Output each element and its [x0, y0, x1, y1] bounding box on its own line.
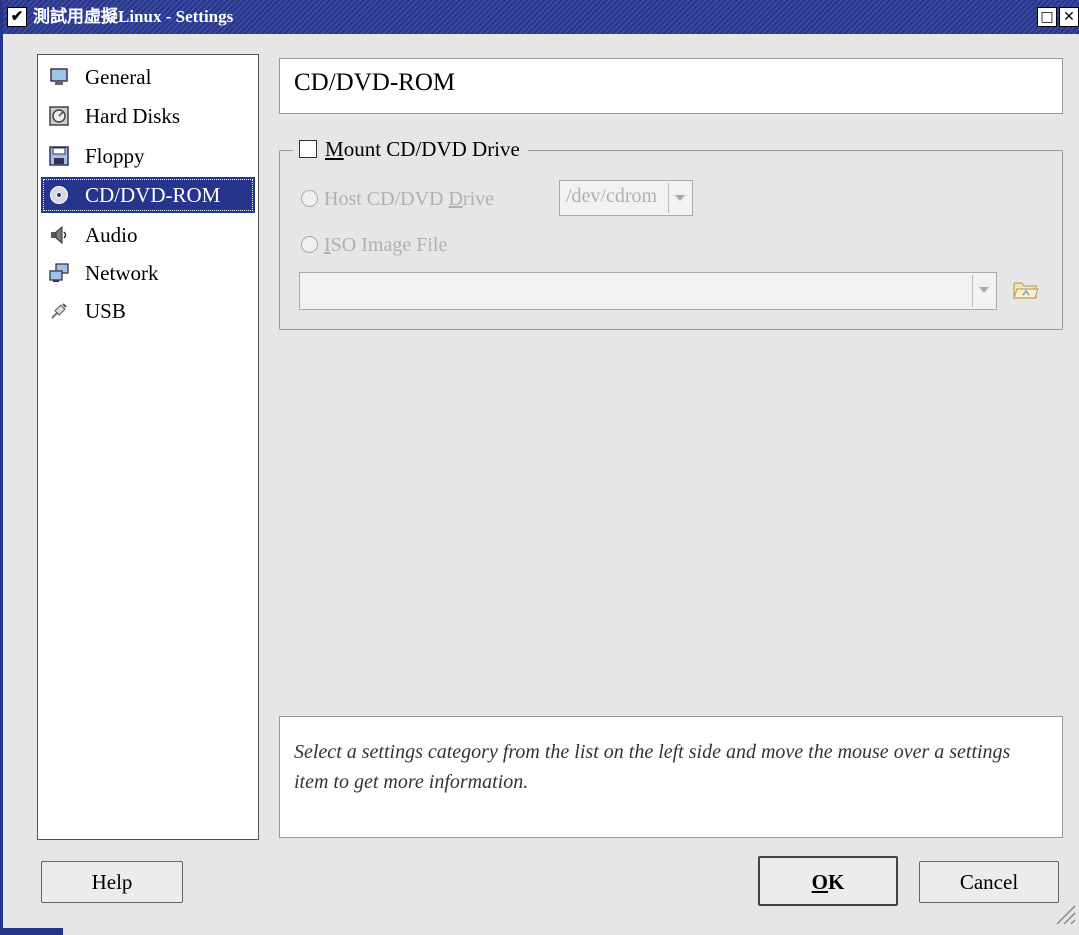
sidebar-item-label: Floppy	[85, 144, 145, 168]
window-frame-corner	[3, 928, 63, 935]
window-menu-icon[interactable]: ✔	[7, 7, 27, 27]
host-radio-mnemonic: D	[448, 188, 463, 210]
speaker-icon	[51, 225, 67, 245]
host-radio-label-post: rive	[462, 188, 494, 210]
sidebar-item-cd-dvd-rom[interactable]: CD/DVD-ROM	[41, 177, 255, 213]
sidebar-item-label: USB	[85, 299, 126, 323]
sidebar-item-label: General	[85, 65, 152, 89]
page-title-box: CD/DVD-ROM	[279, 58, 1063, 114]
settings-window: ✔ 測試用虛擬Linux - Settings □ ✕ General Hard…	[0, 0, 1079, 935]
iso-radio-mnemonic: I	[324, 234, 331, 256]
description-box: Select a settings category from the list…	[279, 716, 1063, 838]
usb-plug-icon	[51, 303, 67, 319]
cd-icon	[50, 186, 68, 204]
chevron-down-icon[interactable]	[972, 275, 994, 307]
floppy-icon	[49, 146, 69, 166]
ok-label: K	[828, 870, 845, 894]
window-title: 測試用虛擬Linux - Settings	[33, 7, 234, 26]
mount-mnemonic: M	[325, 137, 344, 161]
open-folder-icon[interactable]	[1011, 276, 1041, 302]
checkbox-box[interactable]	[299, 140, 317, 158]
mount-label: ount CD/DVD Drive	[343, 137, 520, 161]
sidebar-item-label: Audio	[85, 223, 138, 247]
sidebar-item-general[interactable]: General	[41, 59, 255, 95]
chevron-down-icon[interactable]	[668, 183, 690, 213]
sidebar-item-audio[interactable]: Audio	[41, 217, 255, 253]
sidebar-item-network[interactable]: Network	[41, 255, 255, 291]
network-icon	[49, 263, 69, 282]
page-title: CD/DVD-ROM	[294, 69, 456, 96]
sidebar-item-floppy[interactable]: Floppy	[41, 138, 255, 174]
radio-circle[interactable]	[301, 190, 318, 207]
host-drive-radio[interactable]: Host CD/DVD Drive	[301, 186, 494, 212]
host-drive-select[interactable]: /dev/cdrom	[559, 180, 693, 216]
help-button[interactable]: Help	[41, 861, 183, 903]
hard-disk-icon	[49, 106, 69, 126]
sidebar-item-label: CD/DVD-ROM	[85, 183, 221, 207]
sidebar-item-label: Hard Disks	[85, 104, 181, 128]
description-text: Select a settings category from the list…	[294, 741, 1011, 793]
sidebar-item-usb[interactable]: USB	[41, 293, 255, 329]
sidebar-item-label: Network	[85, 261, 159, 285]
host-drive-value: /dev/cdrom	[566, 185, 658, 207]
iso-image-radio[interactable]: ISO Image File	[301, 232, 447, 258]
ok-mnemonic: O	[811, 870, 828, 894]
cancel-button[interactable]: Cancel	[919, 861, 1059, 903]
title-bar[interactable]: ✔ 測試用虛擬Linux - Settings □ ✕	[3, 0, 1079, 34]
iso-radio-label: SO Image File	[330, 234, 448, 256]
close-button[interactable]: ✕	[1059, 7, 1079, 27]
monitor-icon	[50, 68, 68, 85]
resize-grip-icon[interactable]	[1047, 896, 1077, 926]
maximize-button[interactable]: □	[1037, 7, 1057, 27]
mount-cd-dvd-checkbox[interactable]: Mount CD/DVD Drive	[293, 136, 528, 162]
host-radio-label-pre: Host CD/DVD	[324, 188, 449, 210]
sidebar-item-hard-disks[interactable]: Hard Disks	[41, 98, 255, 134]
ok-button[interactable]: OK	[758, 856, 898, 906]
radio-circle[interactable]	[301, 236, 318, 253]
settings-category-list[interactable]: General Hard Disks Floppy CD/DVD-ROM Aud…	[37, 54, 259, 840]
iso-path-combo[interactable]	[299, 272, 997, 310]
